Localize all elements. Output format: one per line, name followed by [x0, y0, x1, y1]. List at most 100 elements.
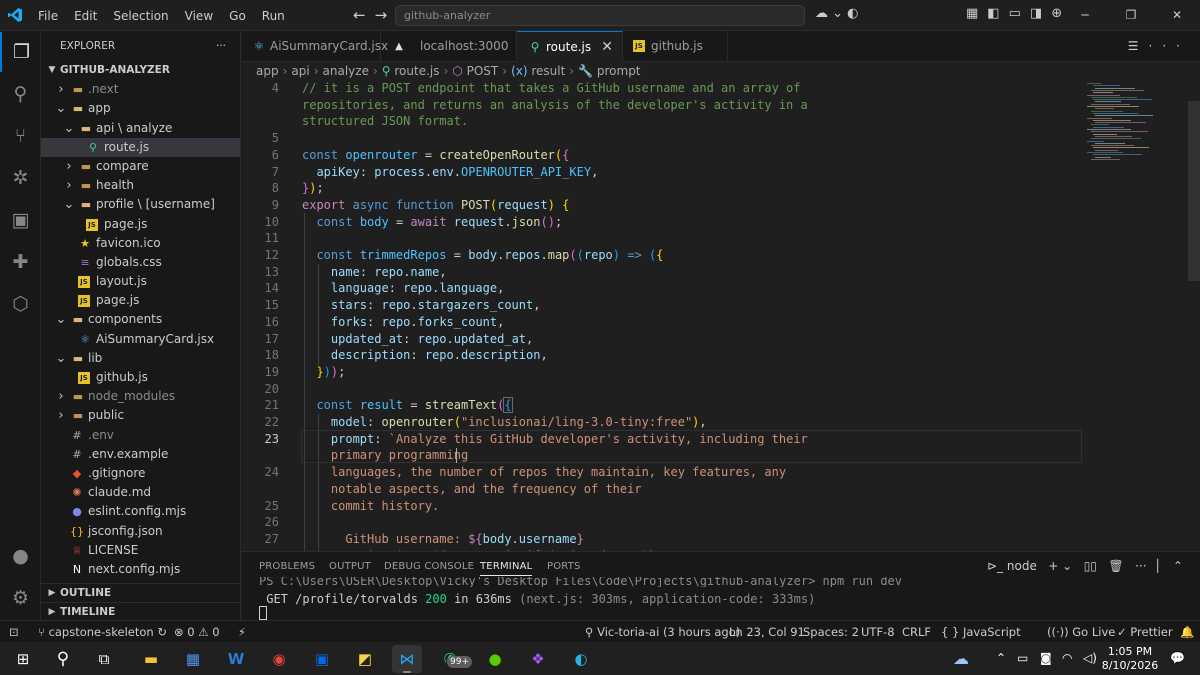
file-item[interactable]: ◆ .gitignore — [41, 464, 240, 483]
close-tab-icon[interactable]: ✕ — [601, 32, 613, 63]
folder-item[interactable]: › ▬ compare — [41, 157, 240, 176]
copilot-icon[interactable]: ☁ ⌄ ◐ — [815, 6, 859, 21]
source-control-icon[interactable]: ⑂ — [0, 116, 41, 156]
edge-icon[interactable]: ◐ — [566, 645, 596, 673]
code-editor[interactable]: 4 5 6 7 8 9 10 11 12 13 14 15 16 17 18 19 20 21 22 23 24 25 26… — [242, 81, 1200, 551]
tab-output[interactable]: OUTPUT — [329, 561, 371, 572]
terminal-shell-label[interactable]: node — [1007, 559, 1037, 573]
prettier-status[interactable]: ✓ Prettier — [1117, 621, 1173, 643]
folder-item[interactable]: › ▬ public — [41, 406, 240, 425]
toggle-secondary-sidebar-icon[interactable]: ◨ — [1030, 6, 1051, 21]
breadcrumb-item[interactable]: route.js — [394, 64, 439, 78]
figma-icon[interactable]: ❖ — [523, 645, 553, 673]
forward-arrow-icon[interactable]: → — [375, 6, 397, 24]
file-item[interactable]: JS page.js — [41, 291, 240, 310]
tab-github-js[interactable]: JS github.js — [623, 31, 728, 62]
encoding[interactable]: UTF-8 — [861, 621, 895, 643]
extensions-icon[interactable]: ✚ — [0, 242, 41, 282]
port-forward-icon[interactable]: ⚡ — [238, 621, 246, 643]
breadcrumb-item[interactable]: app — [256, 64, 279, 78]
problems-status[interactable]: ⊗ 0 ⚠ 0 — [174, 621, 220, 643]
containers-icon[interactable]: ⬡ — [0, 284, 41, 324]
duolingo-icon[interactable]: ● — [480, 645, 510, 673]
volume-icon[interactable]: ◁) — [1083, 642, 1097, 675]
tab-problems[interactable]: PROBLEMS — [259, 561, 315, 572]
folder-item[interactable]: ⌄ ▬ app — [41, 99, 240, 118]
menu-item[interactable]: Run — [262, 9, 285, 23]
menu-item[interactable]: Go — [229, 9, 246, 23]
trello-icon[interactable]: ▣ — [307, 645, 337, 673]
editor-scrollbar[interactable] — [1188, 101, 1200, 281]
file-item[interactable]: JS layout.js — [41, 272, 240, 291]
file-item[interactable]: Nnext.config.mjs — [41, 560, 240, 579]
battery-icon[interactable]: ▭ — [1017, 642, 1028, 675]
file-item[interactable]: ✺ claude.md — [41, 483, 240, 502]
camera-icon[interactable]: ◙ — [1040, 642, 1052, 675]
indentation[interactable]: Spaces: 2 — [803, 621, 859, 643]
file-item[interactable]: {} jsconfig.json — [41, 522, 240, 541]
git-blame[interactable]: ⚲ Vic-toria-ai (3 hours ago) — [585, 621, 740, 643]
command-center-search[interactable]: github-analyzer — [395, 5, 805, 26]
start-icon[interactable]: ⊞ — [8, 645, 38, 673]
files-icon[interactable]: ❐ — [0, 32, 41, 72]
file-item[interactable]: ★ favicon.ico — [41, 234, 240, 253]
language-mode[interactable]: { } JavaScript — [941, 621, 1021, 643]
workspace-root[interactable]: ▼ GITHUB-ANALYZER — [41, 61, 240, 80]
settings-gear-icon[interactable]: ⚙ — [0, 578, 41, 618]
remote-explorer-icon[interactable]: ▣ — [0, 200, 41, 240]
new-terminal-icon[interactable]: + ⌄ — [1041, 559, 1080, 573]
word-icon[interactable]: W — [221, 645, 251, 673]
folder-item[interactable]: ⌄ ▬ lib — [41, 349, 240, 368]
timeline-section[interactable]: ▶ TIMELINE — [41, 602, 240, 620]
more-icon[interactable]: ··· — [1149, 39, 1190, 53]
notifications-bell-icon[interactable]: 🔔 — [1180, 621, 1194, 643]
minimap[interactable] — [1087, 81, 1187, 551]
chrome-icon[interactable]: ◉ — [264, 645, 294, 673]
breadcrumb-item[interactable]: analyze — [323, 64, 369, 78]
restore-icon[interactable]: ❐ — [1108, 0, 1154, 31]
file-item[interactable]: ⚛ AiSummaryCard.jsx — [41, 330, 240, 349]
show-hidden-icons-icon[interactable]: ⌃ — [996, 642, 1006, 675]
close-window-icon[interactable]: ✕ — [1154, 0, 1200, 31]
folder-item[interactable]: › ▬ node_modules — [41, 387, 240, 406]
go-live-button[interactable]: ((·)) Go Live — [1047, 621, 1115, 643]
back-arrow-icon[interactable]: ← — [353, 6, 375, 24]
file-item[interactable]: ♕ LICENSE — [41, 541, 240, 560]
trash-icon[interactable]: 🗑 — [1108, 559, 1131, 573]
folder-item[interactable]: ⌄ ▬ api \ analyze — [41, 119, 240, 138]
breadcrumb-item[interactable]: result — [531, 64, 565, 78]
menu-item[interactable]: View — [185, 9, 213, 23]
tab-localhost[interactable]: ▲ localhost:3000 — [381, 31, 517, 62]
ms-store-icon[interactable]: ▦ — [178, 645, 208, 673]
remote-icon[interactable]: ⊡ — [9, 621, 19, 643]
menu-item[interactable]: Selection — [113, 9, 168, 23]
tab-ports[interactable]: PORTS — [547, 561, 581, 572]
sticky-notes-icon[interactable]: ◩ — [350, 645, 380, 673]
breadcrumb-item[interactable]: prompt — [597, 64, 641, 78]
split-editor-icon[interactable]: ☰ — [1128, 39, 1149, 53]
breadcrumb-item[interactable]: POST — [467, 64, 499, 78]
account-icon[interactable]: ● — [0, 536, 41, 576]
branch-status[interactable]: ⑂ capstone-skeleton ↻ — [38, 621, 167, 643]
file-item[interactable]: ⚲ route.js — [41, 137, 240, 157]
customize-layout-icon[interactable]: ▦ — [966, 6, 987, 21]
split-terminal-icon[interactable]: ▯▯ — [1084, 559, 1105, 573]
file-item[interactable]: # .env — [41, 426, 240, 445]
file-item[interactable]: JS page.js — [41, 215, 240, 234]
tab-aisummarycard[interactable]: ⚛ AiSummaryCard.jsx — [242, 31, 388, 62]
more-actions-icon[interactable]: ··· — [216, 40, 226, 52]
search-icon[interactable]: ⚲ — [48, 645, 78, 673]
whatsapp-icon[interactable]: ✆99+ — [435, 645, 472, 673]
folder-item[interactable]: › ▬ .next — [41, 80, 240, 99]
terminal-prompt[interactable] — [259, 606, 267, 621]
tab-terminal[interactable]: TERMINAL — [480, 561, 533, 576]
breadcrumb-item[interactable]: api — [291, 64, 309, 78]
more-icon[interactable]: ··· │ — [1135, 559, 1169, 573]
tab-debug-console[interactable]: DEBUG CONSOLE — [384, 561, 474, 572]
menu-item[interactable]: File — [38, 9, 58, 23]
menu-item[interactable]: Edit — [74, 9, 97, 23]
file-item[interactable]: # .env.example — [41, 445, 240, 464]
line-ending[interactable]: CRLF — [902, 621, 931, 643]
cursor-position[interactable]: Ln 23, Col 91 — [729, 621, 805, 643]
folder-item[interactable]: ⌄ ▬ profile \ [username] — [41, 195, 240, 214]
